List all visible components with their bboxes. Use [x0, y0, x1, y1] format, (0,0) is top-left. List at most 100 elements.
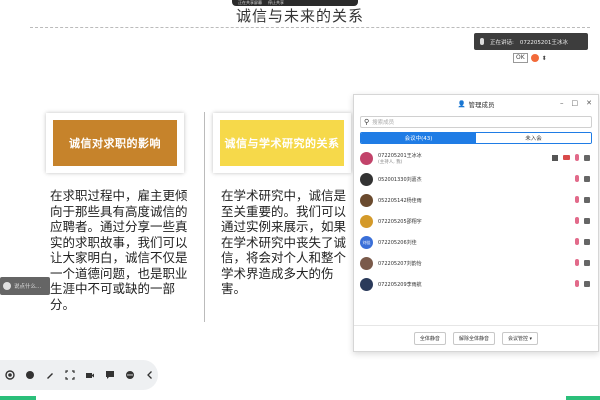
- member-search-input[interactable]: ⚲ 搜索成员: [360, 116, 592, 128]
- avatar: [360, 173, 373, 186]
- annotation-toolbar: [0, 360, 158, 390]
- card-heading-job: 诚信对求职的影响: [46, 113, 184, 173]
- member-row[interactable]: 072205209李雨航: [354, 274, 598, 295]
- user-icon: 👤: [457, 100, 466, 108]
- ok-button[interactable]: OK: [513, 53, 528, 63]
- member-row[interactable]: 刘佳 072205206刘佳: [354, 232, 598, 253]
- video-off-icon[interactable]: [584, 196, 590, 203]
- circle-icon[interactable]: [25, 370, 35, 380]
- tab-not-joined[interactable]: 未入会: [476, 133, 591, 143]
- card-heading-research: 诚信与学术研究的关系: [213, 113, 351, 173]
- speaker-name: 072205201王冰冰: [519, 39, 568, 46]
- avatar: [360, 194, 373, 207]
- member-info: 072205201王冰冰 (主持人, 我): [378, 153, 422, 165]
- panel-header: 👤 管理成员 – □ ✕: [354, 95, 598, 113]
- screenshot-icon[interactable]: [65, 370, 75, 380]
- microphone-muted-icon[interactable]: [575, 196, 579, 203]
- video-off-icon[interactable]: [584, 259, 590, 266]
- ok-control[interactable]: OK ⬍: [513, 53, 547, 63]
- card-body-research: 在学术研究中，诚信是至关重要的。我们可以通过实例来展示，如果在学术研究中丧失了诚…: [221, 188, 347, 296]
- status-strip-right: [566, 396, 600, 400]
- collapse-icon[interactable]: [145, 370, 155, 380]
- member-name: 052205142杨佳雨: [378, 197, 422, 204]
- record-icon[interactable]: [5, 370, 15, 380]
- microphone-muted-icon[interactable]: [575, 280, 579, 287]
- member-controls: [575, 196, 590, 203]
- search-placeholder: 搜索成员: [372, 120, 395, 126]
- pen-icon[interactable]: [45, 370, 55, 380]
- members-panel: 👤 管理成员 – □ ✕ ⚲ 搜索成员 会议中(43) 未入会 07220520…: [353, 94, 599, 352]
- video-off-icon[interactable]: [584, 175, 590, 182]
- member-row[interactable]: 072205205邵翔宇: [354, 211, 598, 232]
- member-info: 072205206刘佳: [378, 240, 417, 246]
- mic-icon: [480, 38, 484, 45]
- video-off-icon[interactable]: [584, 217, 590, 224]
- member-controls: [575, 280, 590, 287]
- minimize-icon[interactable]: –: [560, 99, 564, 107]
- member-name: 072205201王冰冰: [378, 152, 422, 159]
- member-name: 072205209李雨航: [378, 281, 422, 288]
- video-off-icon[interactable]: [584, 280, 590, 287]
- camera-icon[interactable]: [563, 155, 570, 160]
- panel-footer: 全体静音 解除全体静音 会议管控 ▾: [354, 325, 598, 351]
- slide-title: 诚信与未来的关系: [235, 7, 364, 25]
- avatar: [360, 257, 373, 270]
- title-divider: [30, 27, 590, 28]
- member-info: 072205205邵翔宇: [378, 219, 422, 225]
- microphone-muted-icon[interactable]: [575, 259, 579, 266]
- card-heading-research-text: 诚信与学术研究的关系: [224, 137, 340, 150]
- column-divider: [204, 112, 205, 322]
- chat-placeholder: 说点什么...: [14, 284, 42, 290]
- share-screen-icon[interactable]: [552, 154, 558, 161]
- microphone-muted-icon[interactable]: [575, 154, 579, 161]
- tab-in-meeting[interactable]: 会议中(43): [361, 133, 476, 143]
- stepper-icon[interactable]: ⬍: [542, 55, 547, 62]
- member-controls: [575, 259, 590, 266]
- speaker-label: 正在讲话:: [490, 39, 514, 46]
- video-off-icon[interactable]: [584, 238, 590, 245]
- member-tabs: 会议中(43) 未入会: [360, 132, 592, 144]
- member-controls: [552, 154, 590, 161]
- member-info: 072205207刘韵怡: [378, 261, 422, 267]
- camera-icon[interactable]: [85, 370, 95, 380]
- card-heading-job-text: 诚信对求职的影响: [69, 137, 161, 150]
- member-name: 072205206刘佳: [378, 239, 417, 246]
- meeting-control-button[interactable]: 会议管控 ▾: [501, 332, 539, 345]
- avatar: [360, 215, 373, 228]
- video-off-icon[interactable]: [584, 154, 590, 161]
- maximize-icon[interactable]: □: [572, 99, 579, 107]
- member-name: 052001330刘嘉杰: [378, 176, 422, 183]
- member-row[interactable]: 072205201王冰冰 (主持人, 我): [354, 148, 598, 169]
- chat-icon[interactable]: [105, 370, 115, 380]
- member-row[interactable]: 072205207刘韵怡: [354, 253, 598, 274]
- member-name: 072205205邵翔宇: [378, 218, 422, 225]
- shield-icon: [3, 282, 11, 290]
- search-icon: ⚲: [364, 118, 370, 126]
- unmute-all-button[interactable]: 解除全体静音: [452, 332, 495, 345]
- member-info: 072205209李雨航: [378, 282, 422, 288]
- more-icon[interactable]: [125, 370, 135, 380]
- emoji-icon[interactable]: [530, 54, 539, 62]
- avatar: 刘佳: [360, 236, 373, 249]
- card-body-job: 在求职过程中，雇主更倾向于那些具有高度诚信的应聘者。通过分享一些真实的求职故事，…: [50, 188, 188, 312]
- speaker-banner: 正在讲话: 072205201王冰冰: [474, 33, 588, 50]
- member-row[interactable]: 052001330刘嘉杰: [354, 169, 598, 190]
- status-strip-left: [0, 396, 36, 400]
- close-icon[interactable]: ✕: [586, 99, 592, 107]
- member-name: 072205207刘韵怡: [378, 260, 422, 267]
- microphone-muted-icon[interactable]: [575, 217, 579, 224]
- member-role: (主持人, 我): [378, 159, 403, 165]
- member-controls: [575, 238, 590, 245]
- member-list: 072205201王冰冰 (主持人, 我) 052001330刘嘉杰 05220514…: [354, 148, 598, 295]
- panel-title: 管理成员: [468, 101, 495, 109]
- member-controls: [575, 217, 590, 224]
- chat-input-bubble[interactable]: 说点什么...: [0, 277, 50, 295]
- mute-all-button[interactable]: 全体静音: [413, 332, 446, 345]
- microphone-muted-icon[interactable]: [575, 238, 579, 245]
- member-row[interactable]: 052205142杨佳雨: [354, 190, 598, 211]
- member-info: 052001330刘嘉杰: [378, 177, 422, 183]
- member-controls: [575, 175, 590, 182]
- avatar: [360, 152, 373, 165]
- avatar: [360, 278, 373, 291]
- microphone-muted-icon[interactable]: [575, 175, 579, 182]
